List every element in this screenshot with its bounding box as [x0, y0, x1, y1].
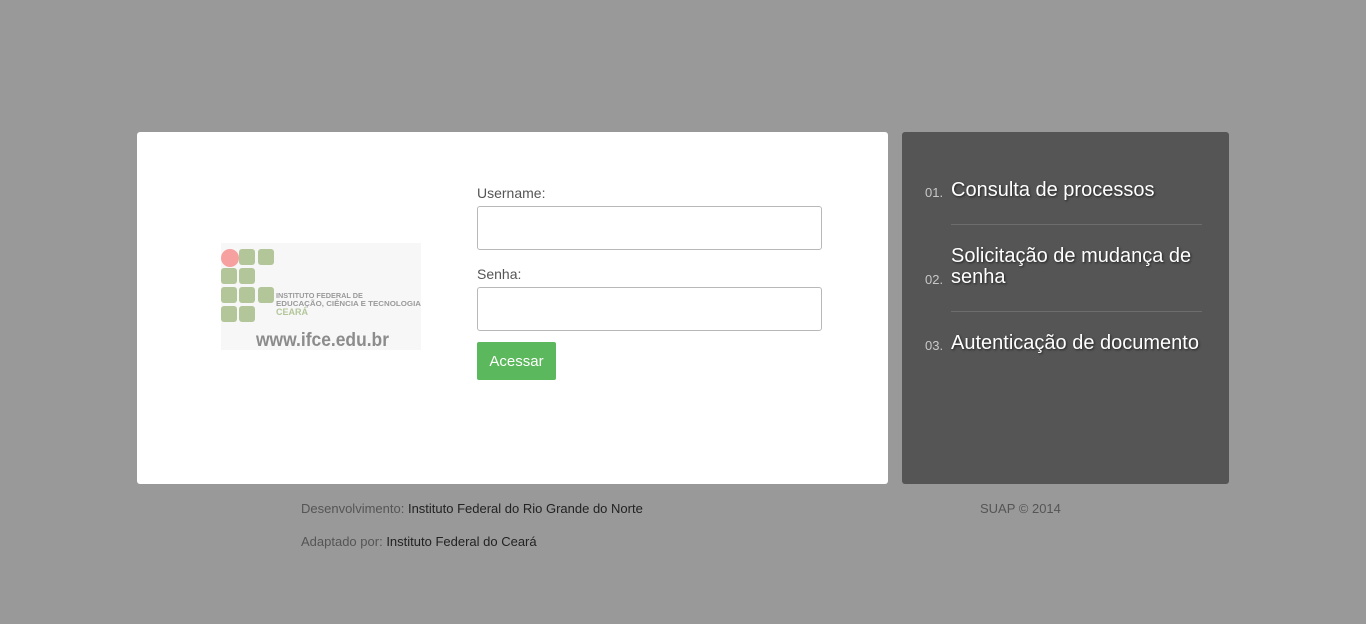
logo-url: www.ifce.edu.br [255, 330, 389, 350]
username-label: Username: [477, 185, 546, 201]
side-divider [951, 311, 1202, 312]
password-label: Senha: [477, 266, 522, 282]
side-item-label[interactable]: Autenticação de documento [951, 333, 1202, 354]
side-item-number: 01. [925, 185, 944, 200]
login-form: Username: Senha: Acessar [477, 185, 822, 380]
submit-button[interactable]: Acessar [477, 342, 556, 380]
side-panel: 01. Consulta de processos 02. Solicitaçã… [902, 132, 1229, 484]
side-item-label[interactable]: Consulta de processos [951, 180, 1202, 201]
footer-copyright: SUAP © 2014 [980, 501, 1061, 516]
side-item-consulta-processos[interactable]: 01. Consulta de processos [925, 180, 1202, 201]
footer-dev-link[interactable]: Instituto Federal do Rio Grande do Norte [408, 501, 643, 516]
side-item-number: 02. [925, 272, 944, 287]
footer-development: Desenvolvimento: Instituto Federal do Ri… [301, 501, 643, 516]
password-input[interactable] [477, 287, 822, 331]
login-card: INSTITUTO FEDERAL DE EDUCAÇÃO, CIÊNCIA E… [137, 132, 888, 484]
ifce-logo: INSTITUTO FEDERAL DE EDUCAÇÃO, CIÊNCIA E… [221, 243, 421, 350]
footer-adapt-prefix: Adaptado por: [301, 534, 383, 549]
logo-campus: CEARÁ [276, 307, 309, 317]
footer-dev-prefix: Desenvolvimento: [301, 501, 405, 516]
side-item-mudanca-senha[interactable]: 02. Solicitação de mudança de senha [925, 246, 1202, 288]
side-item-autenticacao-documento[interactable]: 03. Autenticação de documento [925, 333, 1202, 354]
username-input[interactable] [477, 206, 822, 250]
side-item-number: 03. [925, 338, 944, 353]
footer-adapted: Adaptado por: Instituto Federal do Ceará [301, 534, 537, 549]
footer-adapt-link[interactable]: Instituto Federal do Ceará [386, 534, 536, 549]
ifce-logo-graphic: INSTITUTO FEDERAL DE EDUCAÇÃO, CIÊNCIA E… [221, 249, 421, 350]
side-item-label[interactable]: Solicitação de mudança de senha [951, 246, 1202, 288]
side-divider [951, 224, 1202, 225]
